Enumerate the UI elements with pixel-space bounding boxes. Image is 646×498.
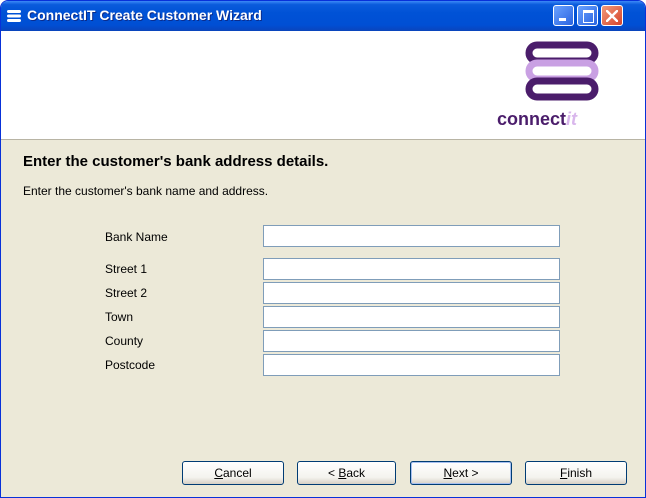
street1-input[interactable] bbox=[263, 258, 560, 280]
street2-input[interactable] bbox=[263, 282, 560, 304]
next-accesskey: N bbox=[443, 466, 453, 480]
postcode-input[interactable] bbox=[263, 354, 560, 376]
logo-wordmark: connectit bbox=[497, 109, 577, 130]
back-button[interactable]: < Back bbox=[297, 461, 396, 485]
cancel-accesskey: C bbox=[214, 466, 223, 480]
minimize-icon bbox=[559, 18, 566, 21]
wizard-window: ConnectIT Create Customer Wizard connect… bbox=[0, 0, 646, 498]
page-subtext: Enter the customer's bank name and addre… bbox=[23, 184, 269, 198]
town-input[interactable] bbox=[263, 306, 560, 328]
maximize-button[interactable] bbox=[577, 5, 598, 26]
app-stack-icon bbox=[7, 10, 21, 22]
cancel-button[interactable]: Cancel bbox=[182, 461, 284, 485]
maximize-icon bbox=[583, 10, 594, 23]
close-button[interactable] bbox=[601, 5, 623, 26]
back-label-rest: ack bbox=[346, 466, 366, 480]
next-label-rest: ext > bbox=[452, 466, 479, 480]
connectit-logo-icon bbox=[525, 41, 599, 101]
county-label: County bbox=[105, 334, 144, 348]
town-label: Town bbox=[105, 310, 134, 324]
street2-label: Street 2 bbox=[105, 286, 148, 300]
back-prefix: < bbox=[327, 466, 339, 480]
finish-button[interactable]: Finish bbox=[525, 461, 627, 485]
window-title: ConnectIT Create Customer Wizard bbox=[27, 7, 262, 23]
finish-label-rest: inish bbox=[567, 466, 593, 480]
next-button[interactable]: Next > bbox=[410, 461, 512, 485]
logo-text-main: connect bbox=[497, 109, 567, 129]
bank-name-input[interactable] bbox=[263, 225, 560, 247]
county-input[interactable] bbox=[263, 330, 560, 352]
logo-text-accent: it bbox=[566, 109, 578, 129]
cancel-label-rest: ancel bbox=[222, 466, 252, 480]
postcode-label: Postcode bbox=[105, 358, 156, 372]
bank-name-label: Bank Name bbox=[105, 230, 168, 244]
title-bar[interactable]: ConnectIT Create Customer Wizard bbox=[1, 1, 645, 31]
page-heading: Enter the customer's bank address detail… bbox=[23, 153, 329, 170]
wizard-header: connectit bbox=[1, 31, 645, 140]
close-icon bbox=[606, 10, 618, 22]
street1-label: Street 1 bbox=[105, 262, 148, 276]
minimize-button[interactable] bbox=[553, 5, 574, 26]
